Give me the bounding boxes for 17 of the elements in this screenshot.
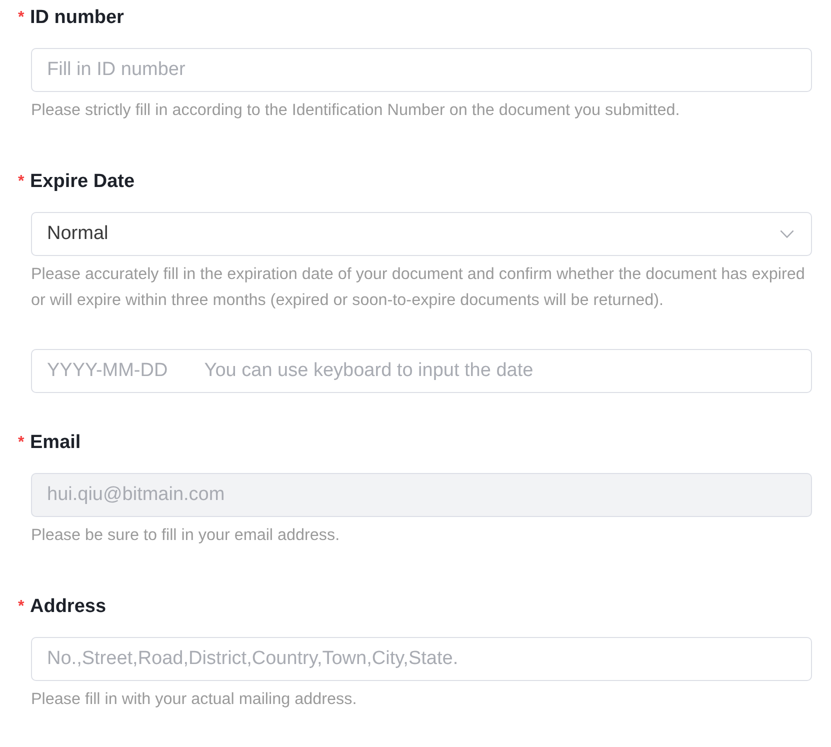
help-text: Please be sure to fill in your email address. bbox=[31, 525, 341, 546]
input-field[interactable]: YYYY-MM-DD You can use keyboard to input the date bbox=[31, 349, 812, 393]
required-asterisk: * bbox=[18, 597, 26, 617]
field-label: Email bbox=[30, 431, 81, 455]
field-label: Expire Date bbox=[30, 170, 135, 194]
help-text: Please fill in with your actual mailing address. bbox=[31, 689, 358, 710]
chevron-down-icon bbox=[780, 230, 794, 238]
required-asterisk: * bbox=[18, 8, 26, 28]
dropdown-field[interactable]: Normal bbox=[31, 212, 812, 256]
required-asterisk: * bbox=[18, 172, 26, 192]
help-text: Please accurately fill in the expiration date of your document and confirm whether the document has expired or will expire within three months (expired or soon-to-expire documents will be returned). bbox=[31, 264, 806, 311]
field-label: ID number bbox=[30, 6, 124, 30]
input-field[interactable]: Fill in ID number bbox=[31, 48, 812, 92]
help-text: Please strictly fill in according to the Identification Number on the document you submitted. bbox=[31, 100, 681, 121]
required-asterisk: * bbox=[18, 433, 26, 453]
input-field[interactable]: No.,Street,Road,District,Country,Town,City,State. bbox=[31, 637, 812, 681]
field-label: Address bbox=[30, 595, 106, 619]
